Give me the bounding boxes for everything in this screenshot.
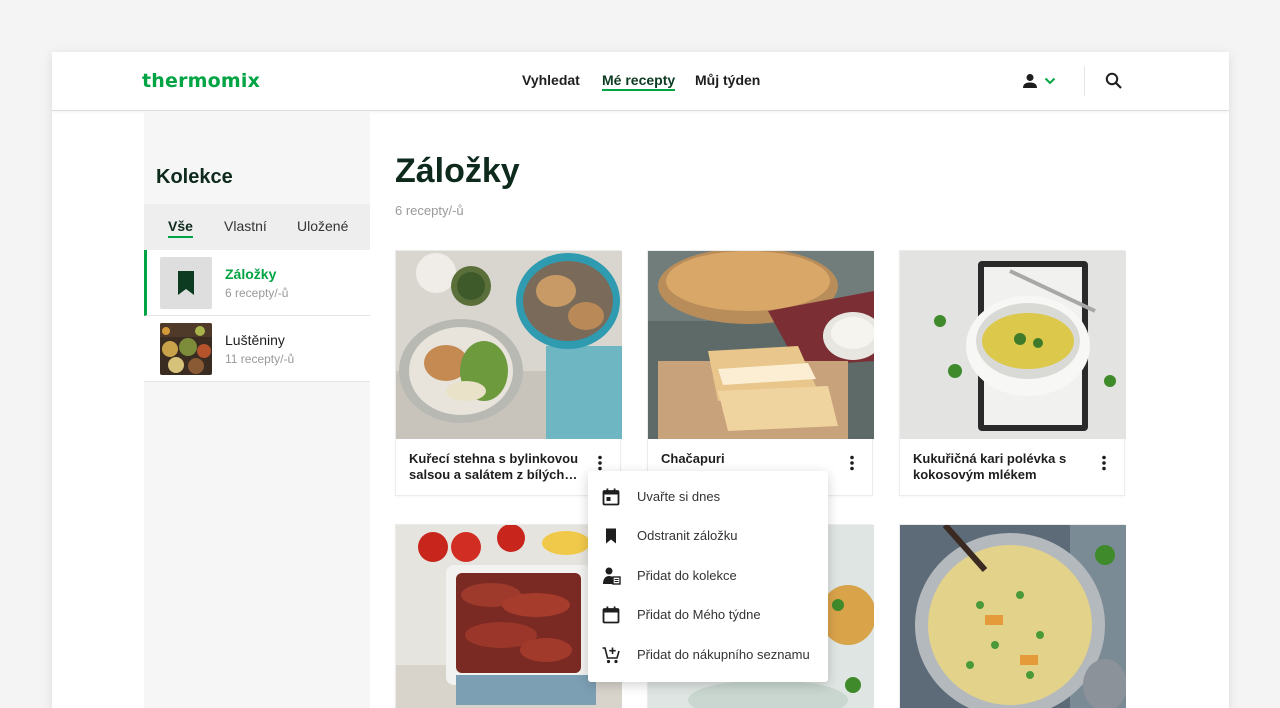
top-header: thermomix Vyhledat Mé recepty Můj týden — [52, 52, 1229, 111]
collection-name: Luštěniny — [225, 332, 285, 348]
recipe-context-menu: Uvařte si dnes Odstranit záložku Přidat … — [588, 471, 828, 682]
recipe-title[interactable]: Kuřecí stehna s bylinkovou salsou a salá… — [409, 451, 579, 483]
menu-item-label: Přidat do Mého týdne — [637, 607, 761, 623]
recipe-card[interactable]: Chačapuri — [647, 250, 874, 496]
collection-count: 6 recepty/-ů — [225, 286, 289, 300]
nav-muj-tyden[interactable]: Můj týden — [695, 72, 760, 88]
page-title: Záložky — [395, 152, 520, 190]
menu-item-cook-today[interactable]: Uvařte si dnes — [588, 477, 828, 516]
tab-vlastni[interactable]: Vlastní — [224, 218, 267, 234]
collection-item-zalozky[interactable]: Záložky 6 recepty/-ů — [144, 250, 370, 316]
header-divider — [1084, 66, 1085, 96]
collection-count: 11 recepty/-ů — [225, 352, 295, 366]
recipe-title[interactable]: Chačapuri — [661, 451, 831, 467]
add-to-collection-icon — [603, 567, 621, 585]
collection-tabs: Vše Vlastní Uložené — [144, 204, 370, 250]
app-window: thermomix Vyhledat Mé recepty Můj týden … — [52, 52, 1229, 708]
collection-name: Záložky — [225, 266, 277, 282]
user-icon — [1023, 74, 1037, 88]
sidebar-title: Kolekce — [156, 166, 233, 188]
bookmark-icon — [178, 271, 194, 295]
nav-me-recepty[interactable]: Mé recepty — [602, 72, 676, 91]
menu-item-add-to-collection[interactable]: Přidat do kolekce — [588, 556, 828, 595]
menu-item-label: Přidat do nákupního seznamu — [637, 646, 810, 662]
menu-item-remove-bookmark[interactable]: Odstranit záložku — [588, 516, 828, 555]
calendar-today-icon — [602, 488, 620, 506]
collection-item-lusteniny[interactable]: Luštěniny 11 recepty/-ů — [144, 316, 370, 382]
more-options-icon[interactable] — [1098, 455, 1110, 471]
add-cart-icon — [602, 646, 620, 663]
recipe-image[interactable] — [396, 251, 622, 439]
menu-item-label: Odstranit záložku — [637, 528, 738, 544]
recipe-image[interactable] — [900, 251, 1126, 439]
bookmark-thumbnail — [160, 257, 212, 309]
more-options-icon[interactable] — [594, 455, 606, 471]
menu-item-add-to-shopping-list[interactable]: Přidat do nákupního seznamu — [588, 635, 828, 674]
bookmark-icon — [606, 528, 616, 544]
legumes-thumbnail — [160, 323, 212, 375]
user-menu-button[interactable] — [1022, 69, 1062, 93]
nav-vyhledat[interactable]: Vyhledat — [522, 72, 580, 88]
tab-ulozene[interactable]: Uložené — [297, 218, 348, 234]
recipe-image[interactable] — [900, 525, 1126, 708]
menu-item-label: Uvařte si dnes — [637, 489, 721, 504]
more-options-icon[interactable] — [846, 455, 858, 471]
recipe-count: 6 recepty/-ů — [395, 203, 464, 218]
thermomix-logo[interactable]: thermomix — [142, 70, 260, 92]
recipe-title[interactable]: Kukuřičná kari polévka s kokosovým mléke… — [913, 451, 1083, 483]
recipe-card[interactable]: Kuřecí stehna s bylinkovou salsou a salá… — [395, 250, 622, 496]
tab-vse[interactable]: Vše — [168, 218, 193, 238]
menu-item-add-to-my-week[interactable]: Přidat do Mého týdne — [588, 595, 828, 634]
menu-item-label: Přidat do kolekce — [637, 567, 737, 583]
calendar-icon — [602, 606, 620, 624]
recipe-image[interactable] — [648, 251, 874, 439]
recipe-card[interactable]: Kukuřičná kari polévka s kokosovým mléke… — [899, 250, 1126, 496]
chevron-down-icon — [1044, 77, 1056, 85]
search-icon[interactable] — [1105, 72, 1123, 90]
collections-sidebar: Kolekce Vše Vlastní Uložené Záložky 6 re… — [144, 112, 370, 708]
recipe-card[interactable] — [899, 524, 1126, 708]
